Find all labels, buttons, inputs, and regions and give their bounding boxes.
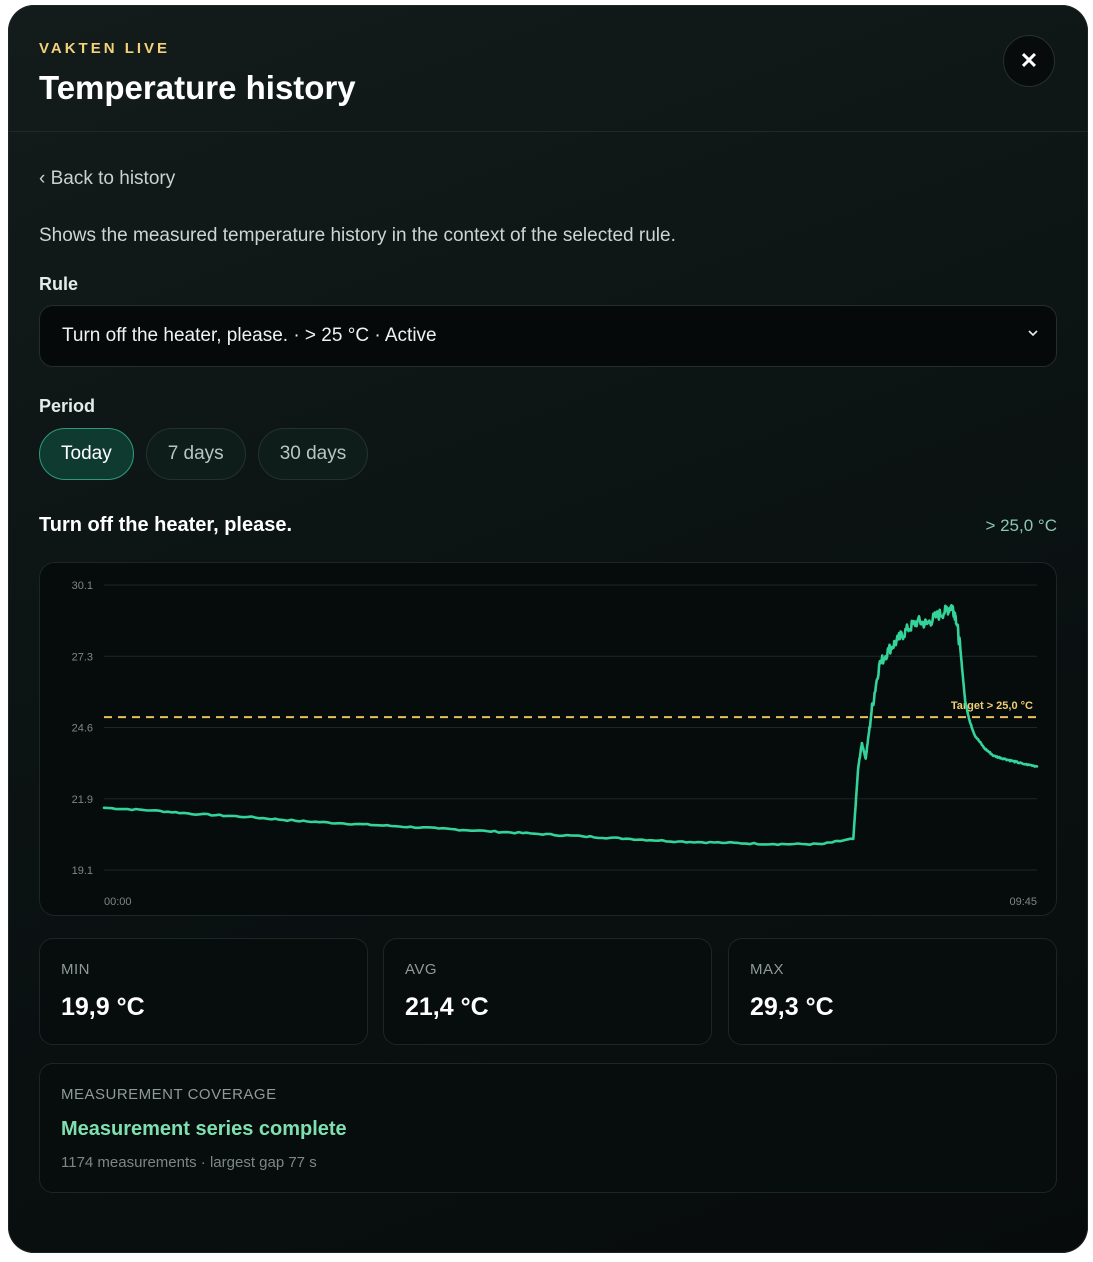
modal-title: Temperature history — [39, 69, 356, 106]
period-label: Period — [39, 396, 96, 416]
rule-select-value: Turn off the heater, please. · > 25 °C ·… — [62, 325, 437, 346]
stat-max: MAX 29,3 °C — [728, 938, 1057, 1045]
period-option-today[interactable]: Today — [39, 428, 134, 480]
stat-avg-label: AVG — [405, 961, 438, 978]
stat-avg: AVG 21,4 °C — [383, 938, 712, 1045]
period-option-30-days[interactable]: 30 days — [257, 428, 369, 480]
stat-avg-value: 21,4 °C — [405, 993, 489, 1021]
temperature-chart: 30.1 27.3 24.6 21.9 19.1 00:00 09:45 Target > 2… — [39, 562, 1057, 916]
stat-max-label: MAX — [750, 961, 785, 978]
chart-title: Turn off the heater, please. — [39, 514, 293, 536]
stat-min-label: MIN — [61, 961, 90, 978]
coverage-label: MEASUREMENT COVERAGE — [61, 1086, 277, 1103]
rule-select[interactable]: Turn off the heater, please. · > 25 °C ·… — [39, 305, 1057, 367]
close-button[interactable]: ✕ — [1003, 35, 1055, 87]
stat-min-value: 19,9 °C — [61, 993, 145, 1021]
coverage-status: Measurement series complete — [61, 1118, 347, 1140]
x-tick-label: 00:00 — [104, 896, 132, 908]
y-tick-label: 24.6 — [72, 723, 93, 735]
measurement-coverage: MEASUREMENT COVERAGE Measurement series … — [39, 1063, 1057, 1193]
chart-canvas: 30.1 27.3 24.6 21.9 19.1 00:00 09:45 Target > 2… — [72, 580, 1039, 908]
chart-target-value: > 25,0 °C — [985, 516, 1057, 535]
rule-label: Rule — [39, 274, 79, 294]
period-options: Today 7 days 30 days — [39, 428, 369, 480]
period-option-7-days[interactable]: 7 days — [145, 428, 246, 480]
y-tick-label: 19.1 — [72, 865, 93, 877]
app-eyebrow: VAKTEN LIVE — [39, 40, 171, 57]
coverage-detail: 1174 measurements · largest gap 77 s — [61, 1154, 317, 1171]
stat-min: MIN 19,9 °C — [39, 938, 368, 1045]
modal-header: VAKTEN LIVE Temperature history ✕ — [8, 5, 1088, 132]
close-icon: ✕ — [1019, 48, 1039, 73]
stat-max-value: 29,3 °C — [750, 993, 834, 1021]
description-text: Shows the measured temperature history i… — [39, 225, 676, 246]
y-tick-label: 27.3 — [72, 651, 93, 663]
temperature-series-line — [102, 604, 1039, 847]
threshold-label: Target > 25,0 °C — [951, 700, 1033, 712]
temperature-history-modal: VAKTEN LIVE Temperature history ✕ ‹ Back… — [8, 5, 1088, 1253]
y-tick-label: 30.1 — [72, 580, 93, 592]
x-tick-label: 09:45 — [1009, 896, 1037, 908]
y-tick-label: 21.9 — [72, 794, 93, 806]
back-to-history-link[interactable]: ‹ Back to history — [39, 168, 175, 190]
chevron-down-icon — [1028, 330, 1038, 337]
